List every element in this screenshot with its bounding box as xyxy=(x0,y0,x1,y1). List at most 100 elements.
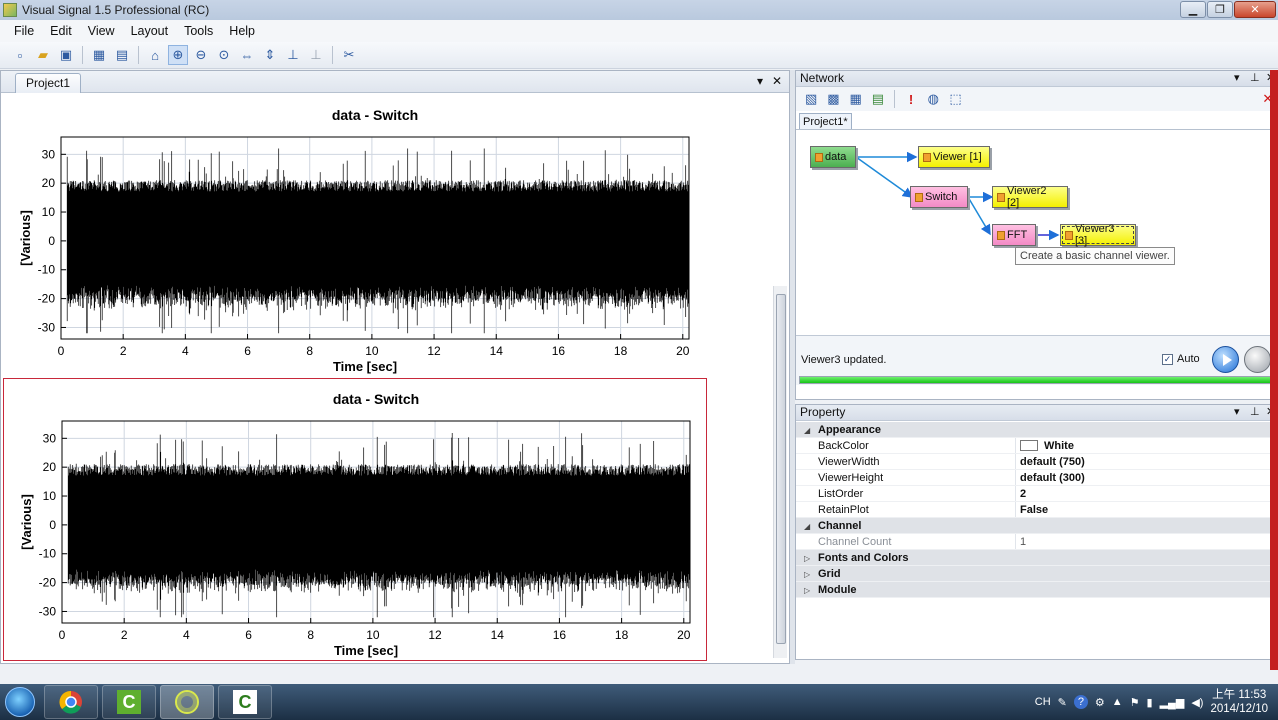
show-hidden-icon[interactable]: ▲ xyxy=(1112,696,1123,708)
category-channel[interactable]: ◢ Channel xyxy=(796,518,1278,534)
connection-lines xyxy=(855,151,1060,241)
run-button[interactable] xyxy=(1212,346,1239,373)
signal-icon[interactable]: ▂▄▆ xyxy=(1160,696,1185,709)
tab-close-icon[interactable]: ✕ xyxy=(772,74,782,88)
category-appearance[interactable]: ◢ Appearance xyxy=(796,422,1278,438)
visual-signal-icon xyxy=(175,690,199,714)
property-row-viewerwidth[interactable]: ViewerWidth default (750) xyxy=(796,454,1278,470)
home-icon[interactable]: ⌂ xyxy=(145,45,165,65)
property-row-listorder[interactable]: ListOrder 2 xyxy=(796,486,1278,502)
windows-logo-icon xyxy=(5,687,35,717)
open-icon[interactable]: ▰ xyxy=(33,45,53,65)
node-data[interactable]: data xyxy=(810,146,856,168)
tab-dropdown-icon[interactable]: ▾ xyxy=(757,74,763,88)
save-icon[interactable]: ▣ xyxy=(56,45,76,65)
y-tick-label: -20 xyxy=(38,292,56,306)
network-tray-icon[interactable]: ▮ xyxy=(1147,696,1153,709)
document-pane: Project1 ▾ ✕ data - Switch 0 2 4 6 8 10 12 14 16 1… xyxy=(0,70,790,664)
stop-button[interactable] xyxy=(1244,346,1271,373)
x-tick-label: 14 xyxy=(491,628,505,642)
add-module-icon[interactable]: ▧ xyxy=(802,90,820,109)
zoom-fit-icon[interactable]: ⊙ xyxy=(214,45,234,65)
scrollbar-thumb[interactable] xyxy=(776,294,786,644)
clock[interactable]: 上午 11:53 2014/12/10 xyxy=(1210,688,1268,716)
layout-icon[interactable]: ▦ xyxy=(89,45,109,65)
tab-project1[interactable]: Project1 xyxy=(15,73,82,93)
zoom-y-icon[interactable]: ⇕ xyxy=(260,45,280,65)
close-button[interactable]: ✕ xyxy=(1234,1,1276,18)
menu-layout[interactable]: Layout xyxy=(123,24,177,38)
select-icon[interactable]: ⬚ xyxy=(946,90,964,109)
menu-file[interactable]: File xyxy=(6,24,42,38)
category-grid[interactable]: ▷ Grid xyxy=(796,566,1278,582)
auto-toggle[interactable]: ✓ Auto xyxy=(1162,353,1200,365)
plot-viewer-1[interactable]: data - Switch 0 2 4 6 8 10 12 14 16 18 20 -30 -20 -10 0… xyxy=(3,95,707,378)
background-window-edge xyxy=(1270,70,1278,670)
category-module[interactable]: ▷ Module xyxy=(796,582,1278,598)
plot-viewer-2[interactable]: data - Switch 0 2 4 6 8 10 12 14 16 18 20 -30 -20 -10 0… xyxy=(3,378,707,661)
property-row-backcolor[interactable]: BackColor White xyxy=(796,438,1278,454)
zoom-out-icon[interactable]: ⊖ xyxy=(191,45,211,65)
title-bar[interactable]: Visual Signal 1.5 Professional (RC) ▁ ❐ … xyxy=(0,0,1278,20)
collapsed-icon[interactable]: ▷ xyxy=(804,583,818,599)
menu-edit[interactable]: Edit xyxy=(42,24,80,38)
network-canvas[interactable]: data Viewer [1] Switch Viewer2 [2] FFT V… xyxy=(796,129,1278,334)
panel-menu-icon[interactable]: ▾ xyxy=(1234,71,1240,86)
zoom-x-icon[interactable]: ⇔ xyxy=(237,45,257,65)
menu-tools[interactable]: Tools xyxy=(176,24,221,38)
property-title: Property xyxy=(800,405,846,419)
globe-icon[interactable]: ◍ xyxy=(924,90,942,109)
expanded-icon[interactable]: ◢ xyxy=(804,423,818,439)
chart-title: data - Switch xyxy=(332,107,418,123)
ime-icon[interactable]: ✎ xyxy=(1058,696,1067,709)
menu-help[interactable]: Help xyxy=(221,24,263,38)
document-scrollbar[interactable] xyxy=(773,286,787,658)
export-icon[interactable]: ▤ xyxy=(869,90,887,109)
viewer-icon[interactable]: ▦ xyxy=(847,90,865,109)
toolbar-divider xyxy=(332,46,333,64)
taskbar-chrome[interactable] xyxy=(44,685,98,719)
language-indicator[interactable]: CH xyxy=(1035,696,1051,708)
taskbar-visual-signal[interactable] xyxy=(160,685,214,719)
copy-module-icon[interactable]: ▩ xyxy=(824,90,842,109)
panel-menu-icon[interactable]: ▾ xyxy=(1234,405,1240,420)
tools-icon[interactable]: ✂ xyxy=(339,45,359,65)
property-row-retainplot[interactable]: RetainPlot False xyxy=(796,502,1278,518)
volume-icon[interactable]: ◀) xyxy=(1191,696,1203,709)
collapsed-icon[interactable]: ▷ xyxy=(804,551,818,567)
x-tick-label: 14 xyxy=(490,344,504,358)
new-icon[interactable]: ▫ xyxy=(10,45,30,65)
start-button[interactable] xyxy=(0,684,40,720)
pin-icon[interactable]: ⊥ xyxy=(1250,405,1260,420)
action-center-icon[interactable]: ⚑ xyxy=(1130,696,1140,709)
pin-icon[interactable]: ⊥ xyxy=(1250,71,1260,86)
help-icon[interactable]: ? xyxy=(1073,695,1088,709)
network-tab-project1[interactable]: Project1* xyxy=(799,113,852,130)
node-viewer-3[interactable]: Viewer3 [3] xyxy=(1060,223,1136,247)
axis2-icon[interactable]: ⊥ xyxy=(306,45,326,65)
menu-view[interactable]: View xyxy=(80,24,123,38)
node-switch[interactable]: Switch xyxy=(910,186,968,208)
y-axis-label: [Various] xyxy=(18,210,33,266)
maximize-button[interactable]: ❐ xyxy=(1207,1,1233,18)
ime-settings-icon[interactable]: ⚙ xyxy=(1095,696,1105,709)
property-row-viewerheight[interactable]: ViewerHeight default (300) xyxy=(796,470,1278,486)
zoom-icon[interactable]: ⊕ xyxy=(168,45,188,65)
alert-icon[interactable]: ! xyxy=(902,90,920,109)
node-viewer-1[interactable]: Viewer [1] xyxy=(918,146,990,168)
node-viewer-2[interactable]: Viewer2 [2] xyxy=(992,185,1068,209)
y-tick-label: 0 xyxy=(48,234,55,248)
minimize-button[interactable]: ▁ xyxy=(1180,1,1206,18)
collapsed-icon[interactable]: ▷ xyxy=(804,567,818,583)
node-fft[interactable]: FFT xyxy=(992,224,1036,246)
y-tick-label: -20 xyxy=(39,576,57,590)
progress-bar xyxy=(799,376,1271,384)
app-window: Visual Signal 1.5 Professional (RC) ▁ ❐ … xyxy=(0,0,1278,684)
taskbar-camtasia-2[interactable]: C xyxy=(218,685,272,719)
layout2-icon[interactable]: ▤ xyxy=(112,45,132,65)
category-fonts-colors[interactable]: ▷ Fonts and Colors xyxy=(796,550,1278,566)
taskbar-camtasia[interactable]: C xyxy=(102,685,156,719)
expanded-icon[interactable]: ◢ xyxy=(804,519,818,535)
auto-checkbox[interactable]: ✓ xyxy=(1162,353,1173,365)
axis-icon[interactable]: ⊥ xyxy=(283,45,303,65)
